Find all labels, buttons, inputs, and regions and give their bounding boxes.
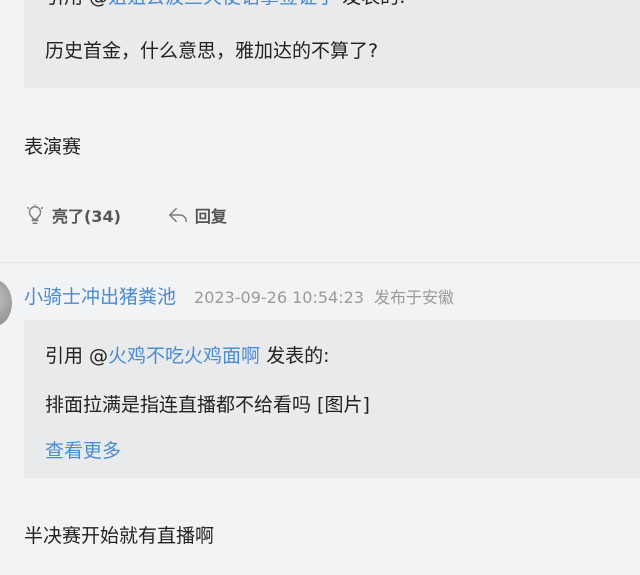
lightbulb-icon (26, 204, 44, 224)
username-link[interactable]: 小骑士冲出猪粪池 (24, 282, 176, 309)
quote-text: 历史首金，什么意思，雅加达的不算了? (45, 40, 379, 62)
comment-actions: 亮了(34) 回复 (24, 203, 227, 227)
quote-prefix: 引用 @ (45, 345, 109, 367)
quote-block: 引用 @姐姐去波兰天使语掌签证了 发表的: 历史首金，什么意思，雅加达的不算了? (24, 0, 640, 88)
reply-button[interactable]: 回复 (167, 203, 227, 227)
avatar[interactable] (0, 280, 12, 326)
quote-prefix: 引用 @ (45, 0, 108, 8)
comment-thread: 引用 @姐姐去波兰天使语掌签证了 发表的: 历史首金，什么意思，雅加达的不算了?… (0, 0, 640, 575)
comment-meta: 小骑士冲出猪粪池 2023-09-26 10:54:23 发布于安徽 (24, 282, 454, 309)
quote-suffix: 发表的: (336, 0, 405, 8)
like-button[interactable]: 亮了(34) (24, 203, 121, 227)
quoted-user-link[interactable]: 姐姐去波兰天使语掌签证了 (108, 0, 336, 8)
quoted-user-link[interactable]: 火鸡不吃火鸡面啊 (108, 345, 260, 367)
like-count-label: 亮了(34) (52, 207, 121, 226)
reply-arrow-icon (168, 207, 187, 223)
quote-text: 排面拉满是指连直播都不给看吗 [图片] (45, 394, 370, 416)
view-more-link[interactable]: 查看更多 (45, 436, 121, 463)
quote-header: 引用 @火鸡不吃火鸡面啊 发表的: (45, 341, 330, 368)
comment-text: 表演赛 (24, 136, 82, 158)
post-location: 发布于安徽 (373, 288, 454, 307)
comment-divider (0, 262, 640, 263)
quote-header: 引用 @姐姐去波兰天使语掌签证了 发表的: (45, 0, 406, 9)
quote-suffix: 发表的: (260, 345, 330, 367)
post-timestamp: 2023-09-26 10:54:23 (194, 288, 364, 307)
comment-text: 半决赛开始就有直播啊 (24, 525, 215, 547)
reply-label: 回复 (194, 207, 227, 226)
quote-block: 引用 @火鸡不吃火鸡面啊 发表的: 排面拉满是指连直播都不给看吗 [图片] 查看… (24, 320, 640, 478)
